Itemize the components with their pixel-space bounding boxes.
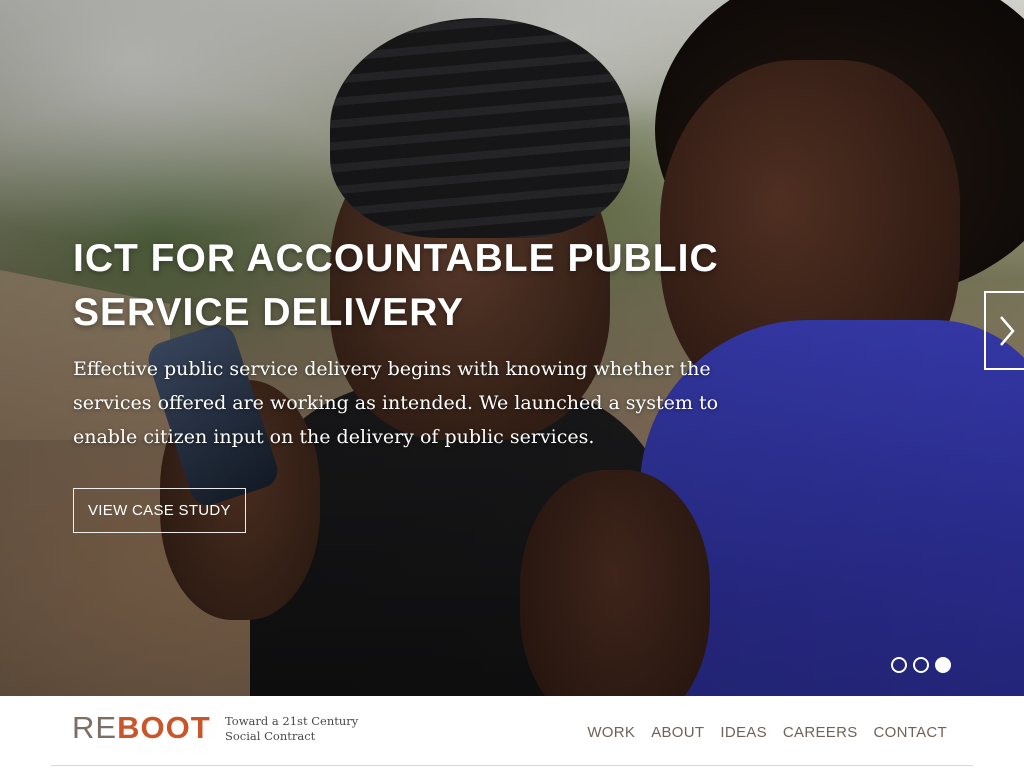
nav-item-work[interactable]: WORK	[587, 724, 635, 742]
logo-wordmark: REBOOT	[72, 710, 211, 745]
nav-item-ideas[interactable]: IDEAS	[720, 724, 767, 742]
main-nav: WORK ABOUT IDEAS CAREERS CONTACT	[587, 724, 947, 742]
hero-carousel: ICT FOR ACCOUNTABLE PUBLIC SERVICE DELIV…	[0, 0, 1024, 696]
carousel-dot-2[interactable]	[913, 657, 929, 673]
nav-item-about[interactable]: ABOUT	[651, 724, 704, 742]
site-header: REBOOT Toward a 21st Century Social Cont…	[0, 696, 1024, 768]
site-tagline: Toward a 21st Century Social Contract	[225, 714, 359, 743]
carousel-pagination	[891, 657, 951, 673]
hero-caption: ICT FOR ACCOUNTABLE PUBLIC SERVICE DELIV…	[73, 232, 773, 533]
carousel-dot-3[interactable]	[935, 657, 951, 673]
hero-title-line1: ICT FOR ACCOUNTABLE PUBLIC	[73, 237, 719, 280]
hero-title-line2: SERVICE DELIVERY	[73, 291, 464, 334]
carousel-next-button[interactable]	[984, 291, 1024, 370]
chevron-right-icon	[1000, 315, 1015, 346]
nav-item-contact[interactable]: CONTACT	[874, 724, 947, 742]
reboot-logo[interactable]: REBOOT	[72, 710, 211, 746]
nav-item-careers[interactable]: CAREERS	[783, 724, 858, 742]
carousel-dot-1[interactable]	[891, 657, 907, 673]
hero-description: Effective public service delivery begins…	[73, 358, 719, 448]
view-case-study-button[interactable]: VIEW CASE STUDY	[73, 488, 246, 533]
hero-title: ICT FOR ACCOUNTABLE PUBLIC SERVICE DELIV…	[73, 232, 773, 340]
header-divider	[51, 765, 973, 766]
